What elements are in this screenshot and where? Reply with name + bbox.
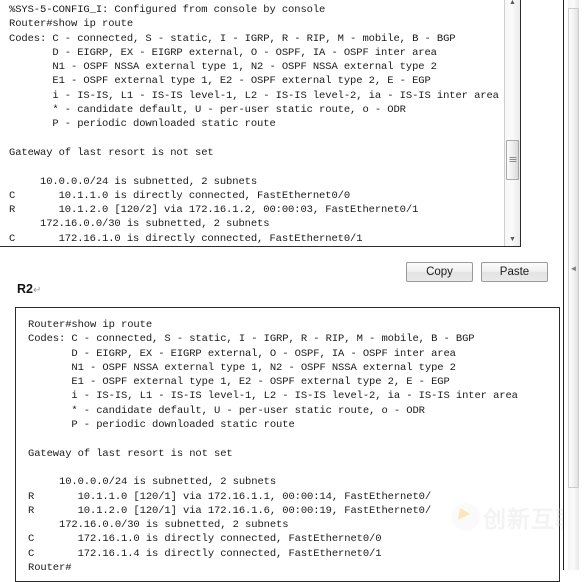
console-scrollbar-r1[interactable]: ▲ ▼ — [504, 0, 520, 246]
console-output-area-r1[interactable]: %SYS-5-CONFIG_I: Configured from console… — [0, 0, 520, 246]
console-scrollbar-thumb-r1[interactable] — [506, 140, 519, 180]
console-text-r1: %SYS-5-CONFIG_I: Configured from console… — [9, 4, 499, 245]
document-scrollbar-thumb[interactable] — [568, 8, 579, 488]
document-scrollbar-marker-icon: ◄ — [569, 263, 578, 273]
scrollbar-grip-icon — [509, 157, 516, 163]
console-output-panel-r1: %SYS-5-CONFIG_I: Configured from console… — [0, 0, 521, 247]
console-output-panel-r2: Router#show ip route Codes: C - connecte… — [15, 307, 560, 582]
scroll-up-arrow-icon[interactable]: ▲ — [505, 0, 520, 9]
scroll-up-glyph: ▲ — [509, 0, 516, 6]
document-scrollbar[interactable]: ◄ — [563, 0, 585, 570]
console-text-r2: Router#show ip route Codes: C - connecte… — [28, 319, 518, 575]
clipboard-button-row: Copy Paste — [406, 262, 548, 282]
copy-button[interactable]: Copy — [406, 262, 473, 282]
section-label-r2: R2↵ — [17, 282, 41, 296]
paragraph-mark-icon: ↵ — [32, 285, 42, 296]
section-label-text: R2 — [17, 282, 33, 296]
paste-button[interactable]: Paste — [481, 262, 548, 282]
console-output-area-r2[interactable]: Router#show ip route Codes: C - connecte… — [16, 308, 559, 581]
scroll-down-arrow-icon[interactable]: ▼ — [505, 232, 520, 246]
scroll-down-glyph: ▼ — [509, 235, 516, 243]
